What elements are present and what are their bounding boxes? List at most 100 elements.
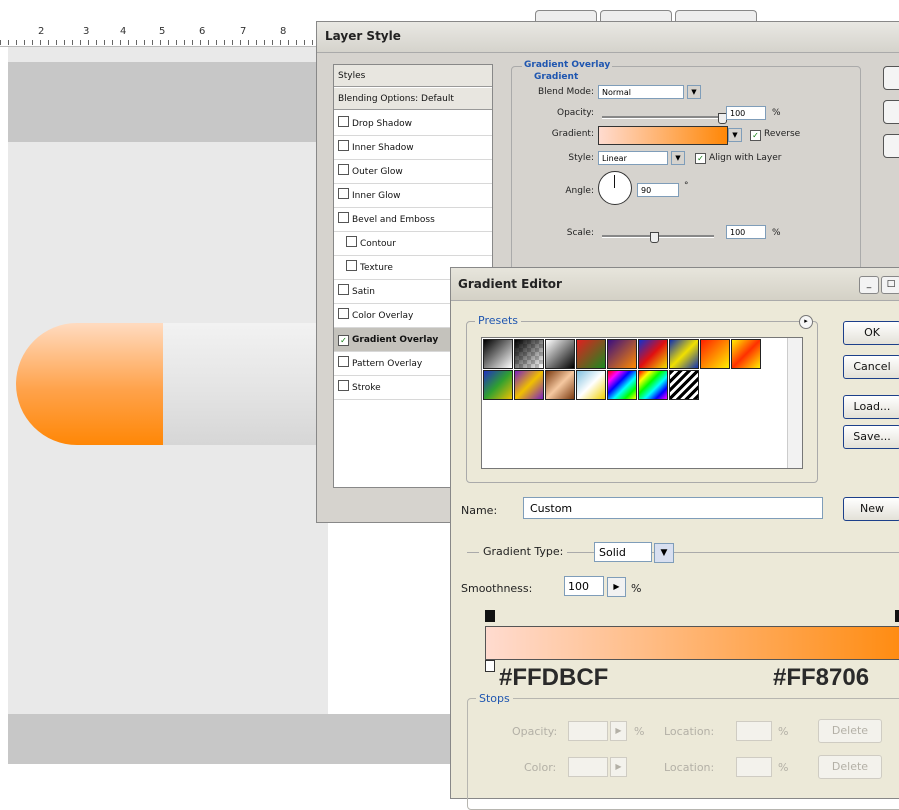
preset-swatch[interactable] — [545, 370, 575, 400]
preset-swatch[interactable] — [700, 339, 730, 369]
styles-header[interactable]: Styles — [334, 65, 492, 87]
gradient-bar[interactable] — [485, 626, 899, 660]
preset-swatch[interactable] — [483, 370, 513, 400]
stop-location-label: Location: — [664, 725, 715, 738]
angle-field[interactable]: 90 — [637, 183, 679, 197]
stop-opacity-field[interactable] — [568, 721, 608, 741]
gradient-editor-titlebar[interactable]: Gradient Editor _ □ — [451, 268, 899, 301]
checkbox[interactable] — [338, 116, 349, 127]
preset-swatch[interactable] — [638, 339, 668, 369]
blend-mode-select[interactable]: Normal — [598, 85, 684, 99]
checkbox[interactable] — [346, 236, 357, 247]
style-select[interactable]: Linear — [598, 151, 668, 165]
canvas-gray-band — [8, 714, 458, 764]
chevron-down-icon[interactable]: ▼ — [687, 85, 701, 99]
stop-location-field[interactable] — [736, 721, 772, 741]
stop-opacity-unit: % — [634, 725, 645, 738]
chevron-right-icon[interactable]: ▶ — [610, 757, 627, 777]
save-button[interactable]: Save... — [843, 425, 899, 449]
angle-dial[interactable] — [598, 171, 632, 205]
checkbox[interactable] — [338, 140, 349, 151]
preset-swatch[interactable] — [607, 339, 637, 369]
gradient-overlay-group: Gradient Overlay Gradient Blend Mode: No… — [511, 60, 861, 294]
checkbox[interactable] — [338, 356, 349, 367]
opacity-slider[interactable] — [602, 116, 722, 119]
chevron-down-icon[interactable]: ▼ — [671, 151, 685, 165]
ok-button[interactable]: OK — [843, 321, 899, 345]
layer-style-titlebar[interactable]: Layer Style — [317, 22, 899, 53]
chevron-down-icon[interactable]: ▼ — [654, 543, 674, 563]
ruler: 2 3 4 5 6 7 8 — [0, 24, 320, 47]
checkbox[interactable] — [338, 164, 349, 175]
chevron-right-icon[interactable]: ▶ — [607, 577, 626, 597]
opacity-stop-left[interactable] — [485, 610, 495, 622]
checkbox[interactable] — [338, 308, 349, 319]
stop-color-swatch[interactable] — [568, 757, 608, 777]
preset-swatch[interactable] — [669, 370, 699, 400]
cancel-button[interactable]: Cancel — [843, 355, 899, 379]
delete-color-stop-button[interactable]: Delete — [818, 755, 882, 779]
chevron-down-icon[interactable]: ▼ — [728, 128, 742, 142]
checkbox[interactable] — [338, 212, 349, 223]
smoothness-field[interactable]: 100 — [564, 576, 604, 596]
checkbox[interactable] — [346, 260, 357, 271]
cancel-button[interactable] — [883, 100, 899, 124]
presets-scrollbar[interactable] — [787, 338, 802, 468]
right-color-hex: #FF8706 — [773, 664, 870, 691]
preset-swatch[interactable] — [576, 370, 606, 400]
gradient-type-select[interactable]: Solid — [594, 542, 652, 562]
preset-swatch[interactable] — [638, 370, 668, 400]
style-item-bevel-emboss[interactable]: Bevel and Emboss — [334, 208, 492, 232]
name-field[interactable]: Custom — [523, 497, 823, 519]
preset-swatch[interactable] — [483, 339, 513, 369]
stop-opacity-label: Opacity: — [512, 725, 558, 738]
blend-mode-label: Blend Mode: — [537, 87, 594, 97]
color-stop-left[interactable] — [485, 660, 495, 672]
smoothness-unit: % — [631, 582, 642, 595]
checkbox-checked[interactable]: ✓ — [338, 335, 349, 346]
style-item-contour[interactable]: Contour — [334, 232, 492, 256]
reverse-checkbox[interactable]: ✓ — [750, 130, 761, 141]
opacity-field[interactable]: 100 — [726, 106, 766, 120]
opacity-stop-right[interactable] — [895, 610, 899, 622]
checkbox[interactable] — [338, 284, 349, 295]
menu-arrow-icon[interactable]: ▸ — [799, 315, 813, 329]
dialog-title: Layer Style — [325, 29, 401, 43]
name-label: Name: — [461, 504, 498, 517]
ruler-number: 5 — [159, 26, 166, 37]
load-button[interactable]: Load... — [843, 395, 899, 419]
preset-swatch[interactable] — [514, 370, 544, 400]
new-style-button[interactable] — [883, 134, 899, 158]
chevron-right-icon[interactable]: ▶ — [610, 721, 627, 741]
blending-options-item[interactable]: Blending Options: Default — [334, 88, 492, 110]
scale-unit: % — [772, 228, 781, 238]
scale-field[interactable]: 100 — [726, 225, 766, 239]
minimize-icon[interactable]: _ — [859, 276, 879, 294]
maximize-icon[interactable]: □ — [881, 276, 899, 294]
preset-swatch[interactable] — [669, 339, 699, 369]
gradient-type-label: Gradient Type: — [479, 545, 568, 558]
checkbox[interactable] — [338, 188, 349, 199]
preset-swatch[interactable] — [545, 339, 575, 369]
style-item-outer-glow[interactable]: Outer Glow — [334, 160, 492, 184]
new-button[interactable]: New — [843, 497, 899, 521]
style-item-inner-glow[interactable]: Inner Glow — [334, 184, 492, 208]
preset-swatch[interactable] — [731, 339, 761, 369]
style-item-drop-shadow[interactable]: Drop Shadow — [334, 112, 492, 136]
align-checkbox[interactable]: ✓ — [695, 153, 706, 164]
ruler-number: 3 — [83, 26, 90, 37]
style-item-inner-shadow[interactable]: Inner Shadow — [334, 136, 492, 160]
group-subtitle: Gradient — [532, 72, 581, 82]
checkbox[interactable] — [338, 380, 349, 391]
stop-location-unit: % — [778, 761, 789, 774]
gradient-swatch[interactable] — [598, 126, 728, 145]
preset-swatch[interactable] — [607, 370, 637, 400]
reverse-label: Reverse — [764, 129, 801, 139]
stop-location-field[interactable] — [736, 757, 772, 777]
preset-swatch[interactable] — [514, 339, 544, 369]
smoothness-label: Smoothness: — [461, 582, 533, 595]
slider-thumb[interactable] — [650, 232, 659, 243]
ok-button[interactable] — [883, 66, 899, 90]
delete-opacity-stop-button[interactable]: Delete — [818, 719, 882, 743]
preset-swatch[interactable] — [576, 339, 606, 369]
